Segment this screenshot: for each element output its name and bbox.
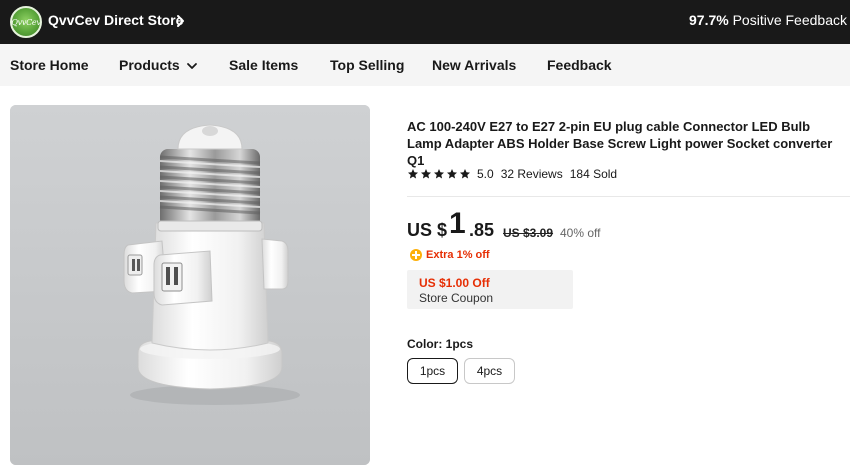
star-rating [407,168,471,180]
price-currency: US $ [407,220,448,240]
sold-count: 184 Sold [569,167,618,181]
nav-products[interactable]: Products [119,56,198,74]
discount-percent: 40% off [560,226,601,240]
lamp-holder-image [10,105,370,465]
positive-feedback: 97.7% Positive Feedback [689,11,847,29]
chevron-right-icon[interactable] [176,12,186,30]
coupon-label: Store Coupon [419,291,494,305]
store-nav: Store Home Products Sale Items Top Selli… [0,44,850,86]
price-integer: 1 [449,207,466,240]
nav-top-selling[interactable]: Top Selling [330,56,404,74]
original-price: US $3.09 [503,226,554,240]
nav-new-arrivals[interactable]: New Arrivals [432,56,516,74]
product-title: AC 100-240V E27 to E27 2-pin EU plug cab… [407,119,833,168]
star-icon [408,169,418,179]
star-icon [434,169,444,179]
nav-feedback[interactable]: Feedback [547,56,612,74]
product-image[interactable] [10,105,370,465]
star-icon [460,169,470,179]
rating-score: 5.0 [477,167,494,181]
store-name-link[interactable]: QvvCev Direct Store [48,11,183,29]
chevron-down-icon [186,63,197,70]
store-header: QvvCev QvvCev Direct Store 97.7% Positiv… [0,0,850,44]
star-icon [421,169,431,179]
option-4pcs[interactable]: 4pcs [464,358,515,384]
feedback-label: Positive Feedback [732,12,847,28]
coupon-amount: US $1.00 Off [419,276,490,290]
option-1pcs[interactable]: 1pcs [407,358,458,384]
feedback-value: 97.7% [689,12,729,28]
store-coupon[interactable]: US $1.00 Off Store Coupon [407,270,573,309]
extra-discount-label: Extra 1% off [426,249,490,261]
divider [407,196,850,197]
nav-store-home[interactable]: Store Home [10,56,89,74]
nav-products-label: Products [119,57,180,73]
store-logo-text: QvvCev [11,17,41,27]
rating-row: 5.0 32 Reviews 184 Sold [407,166,617,182]
color-label: Color: 1pcs [407,337,474,351]
coin-plus-icon [410,249,422,261]
store-logo[interactable]: QvvCev [10,6,42,38]
extra-discount: Extra 1% off [410,247,490,263]
nav-sale-items[interactable]: Sale Items [229,56,298,74]
reviews-link[interactable]: 32 Reviews [501,167,563,181]
star-icon [447,169,457,179]
price-decimal: .85 [469,220,495,240]
